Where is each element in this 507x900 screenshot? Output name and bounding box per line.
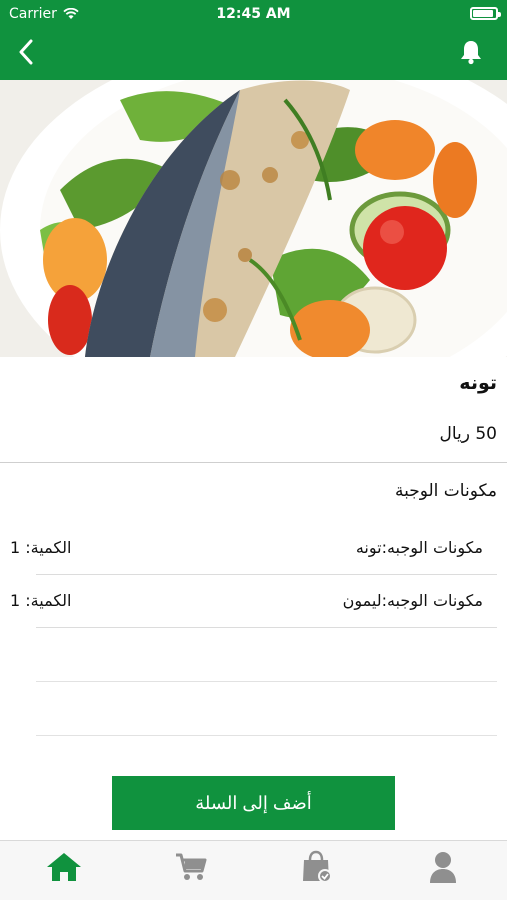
chevron-left-icon <box>19 39 33 65</box>
ingredient-row: مكونات الوجبه:ليمون الكمية: 1 <box>10 575 497 628</box>
ingredient-name: مكونات الوجبه:ليمون <box>342 591 483 610</box>
home-icon <box>47 853 81 881</box>
tab-home[interactable] <box>44 847 84 887</box>
meal-title: تونه <box>459 372 497 394</box>
battery-level <box>473 10 493 17</box>
notifications-button[interactable] <box>457 38 485 66</box>
tab-cart[interactable] <box>171 847 211 887</box>
ingredients-list: مكونات الوجبه:تونه الكمية: 1 مكونات الوج… <box>10 522 497 736</box>
meal-image <box>0 80 507 357</box>
ingredient-quantity: الكمية: 1 <box>10 538 72 557</box>
tab-bar <box>0 840 507 900</box>
empty-list-row <box>36 682 497 736</box>
tab-orders[interactable] <box>296 847 336 887</box>
add-to-cart-button[interactable]: أضف إلى السلة <box>112 776 395 830</box>
ingredient-row: مكونات الوجبه:تونه الكمية: 1 <box>10 522 497 575</box>
back-button[interactable] <box>10 36 42 68</box>
status-bar: Carrier 12:45 AM <box>0 0 507 28</box>
bell-icon <box>461 41 481 65</box>
meal-price: 50 ريال <box>439 424 497 444</box>
profile-icon <box>430 852 456 883</box>
tab-profile[interactable] <box>423 847 463 887</box>
divider <box>0 462 507 463</box>
battery-icon <box>470 7 501 20</box>
empty-list-row <box>36 628 497 682</box>
orders-bag-icon <box>303 850 332 883</box>
ingredient-quantity: الكمية: 1 <box>10 591 72 610</box>
cart-icon <box>176 853 207 880</box>
ingredients-section-title: مكونات الوجبة <box>394 481 497 501</box>
ingredient-name: مكونات الوجبه:تونه <box>355 538 483 557</box>
status-time: 12:45 AM <box>216 6 291 22</box>
header-bar: Carrier 12:45 AM <box>0 0 507 80</box>
